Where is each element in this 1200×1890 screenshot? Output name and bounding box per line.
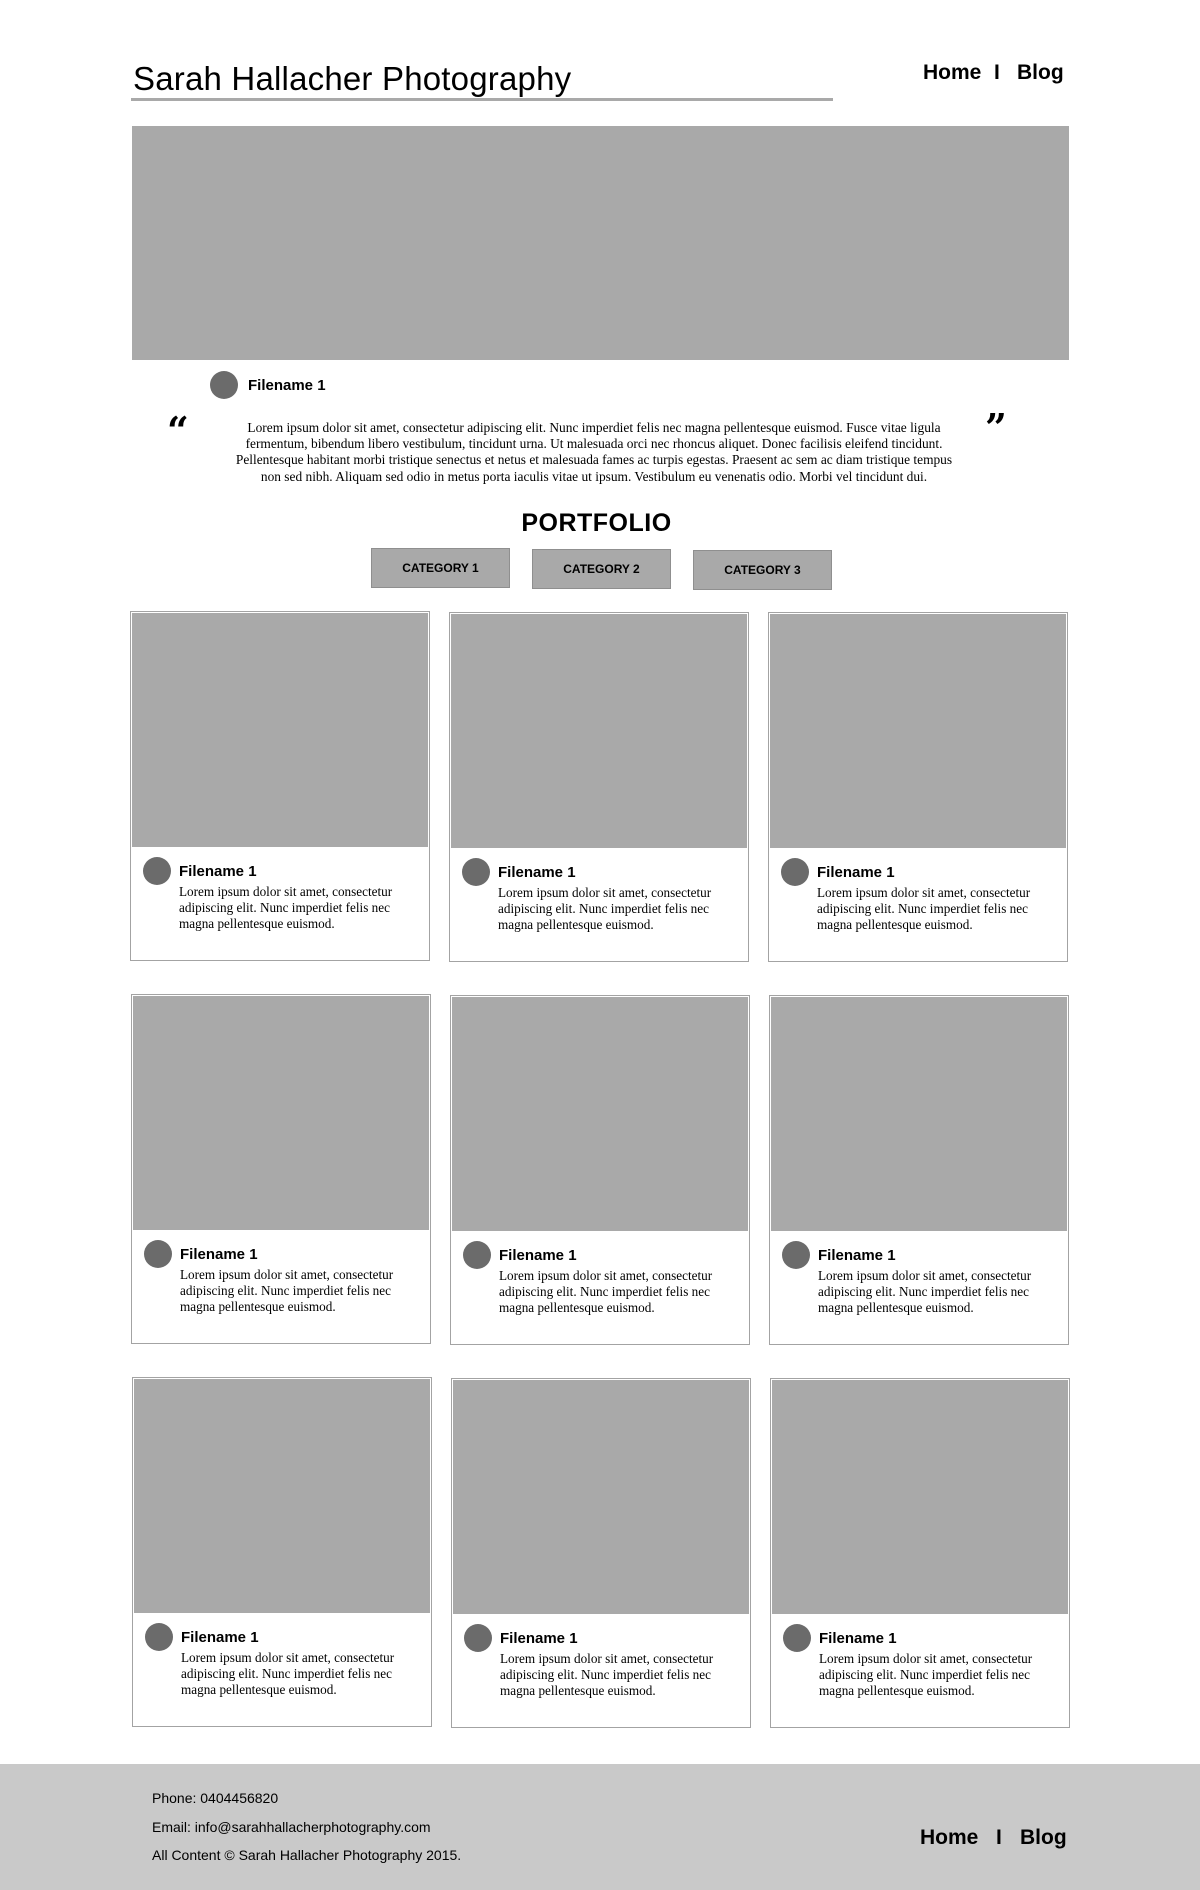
card-description: Lorem ipsum dolor sit amet, consectetur …	[180, 1267, 394, 1314]
nav-home-link[interactable]: Home	[923, 61, 981, 84]
card-image[interactable]	[772, 1380, 1068, 1614]
card-avatar	[782, 1241, 810, 1269]
card-avatar	[783, 1624, 811, 1652]
hero-image[interactable]	[132, 126, 1069, 360]
card-image[interactable]	[770, 614, 1066, 848]
card-title: Filename 1	[817, 864, 895, 881]
card-avatar	[143, 857, 171, 885]
card-title: Filename 1	[180, 1246, 258, 1263]
card-description: Lorem ipsum dolor sit amet, consectetur …	[817, 885, 1031, 932]
footer-email: Email: info@sarahhallacherphotography.co…	[152, 1819, 431, 1835]
card-avatar	[145, 1623, 173, 1651]
featured-filename: Filename 1	[248, 377, 326, 394]
card-image[interactable]	[771, 997, 1067, 1231]
nav-separator: I	[994, 61, 1000, 84]
card-title: Filename 1	[500, 1630, 578, 1647]
card-description: Lorem ipsum dolor sit amet, consectetur …	[499, 1268, 713, 1315]
card-image[interactable]	[451, 614, 747, 848]
portfolio-card[interactable]: Filename 1 Lorem ipsum dolor sit amet, c…	[769, 995, 1069, 1345]
header-nav: Home	[923, 60, 981, 86]
footer-phone: Phone: 0404456820	[152, 1790, 279, 1806]
card-description: Lorem ipsum dolor sit amet, consectetur …	[498, 885, 712, 932]
category-1-button[interactable]: CATEGORY 1	[371, 548, 510, 588]
title-underline	[131, 98, 833, 101]
portfolio-card[interactable]: Filename 1 Lorem ipsum dolor sit amet, c…	[768, 612, 1068, 962]
close-quote-icon: ”	[985, 405, 1007, 450]
card-avatar	[464, 1624, 492, 1652]
card-title: Filename 1	[181, 1629, 259, 1646]
portfolio-card[interactable]: Filename 1 Lorem ipsum dolor sit amet, c…	[770, 1378, 1070, 1728]
featured-avatar	[210, 371, 238, 399]
card-image[interactable]	[134, 1379, 430, 1613]
card-avatar	[463, 1241, 491, 1269]
card-avatar	[144, 1240, 172, 1268]
category-3-button[interactable]: CATEGORY 3	[693, 550, 832, 590]
portfolio-card[interactable]: Filename 1 Lorem ipsum dolor sit amet, c…	[130, 611, 430, 961]
card-title: Filename 1	[179, 863, 257, 880]
card-description: Lorem ipsum dolor sit amet, consectetur …	[819, 1651, 1033, 1698]
card-description: Lorem ipsum dolor sit amet, consectetur …	[818, 1268, 1032, 1315]
footer-nav-separator: I	[996, 1826, 1002, 1849]
card-avatar	[462, 858, 490, 886]
site-title: Sarah Hallacher Photography	[133, 60, 572, 97]
portfolio-card[interactable]: Filename 1 Lorem ipsum dolor sit amet, c…	[449, 612, 749, 962]
card-title: Filename 1	[499, 1247, 577, 1264]
open-quote-icon: “	[167, 408, 189, 453]
card-title: Filename 1	[498, 864, 576, 881]
footer-nav-blog-link[interactable]: Blog	[1020, 1826, 1067, 1849]
footer-copyright: All Content © Sarah Hallacher Photograph…	[152, 1847, 462, 1863]
card-title: Filename 1	[819, 1630, 897, 1647]
portfolio-card[interactable]: Filename 1 Lorem ipsum dolor sit amet, c…	[131, 994, 431, 1344]
card-image[interactable]	[132, 613, 428, 847]
card-image[interactable]	[133, 996, 429, 1230]
category-2-button[interactable]: CATEGORY 2	[532, 549, 671, 589]
portfolio-card[interactable]: Filename 1 Lorem ipsum dolor sit amet, c…	[451, 1378, 751, 1728]
card-description: Lorem ipsum dolor sit amet, consectetur …	[181, 1650, 395, 1697]
card-description: Lorem ipsum dolor sit amet, consectetur …	[500, 1651, 714, 1698]
portfolio-card[interactable]: Filename 1 Lorem ipsum dolor sit amet, c…	[450, 995, 750, 1345]
footer-nav-home-link[interactable]: Home	[920, 1826, 978, 1849]
card-avatar	[781, 858, 809, 886]
nav-blog-link[interactable]: Blog	[1017, 61, 1064, 84]
portfolio-heading: PORTFOLIO	[521, 509, 672, 537]
testimonial-text: Lorem ipsum dolor sit amet, consectetur …	[235, 420, 953, 484]
card-image[interactable]	[452, 997, 748, 1231]
portfolio-card[interactable]: Filename 1 Lorem ipsum dolor sit amet, c…	[132, 1377, 432, 1727]
card-title: Filename 1	[818, 1247, 896, 1264]
card-image[interactable]	[453, 1380, 749, 1614]
card-description: Lorem ipsum dolor sit amet, consectetur …	[179, 884, 393, 931]
